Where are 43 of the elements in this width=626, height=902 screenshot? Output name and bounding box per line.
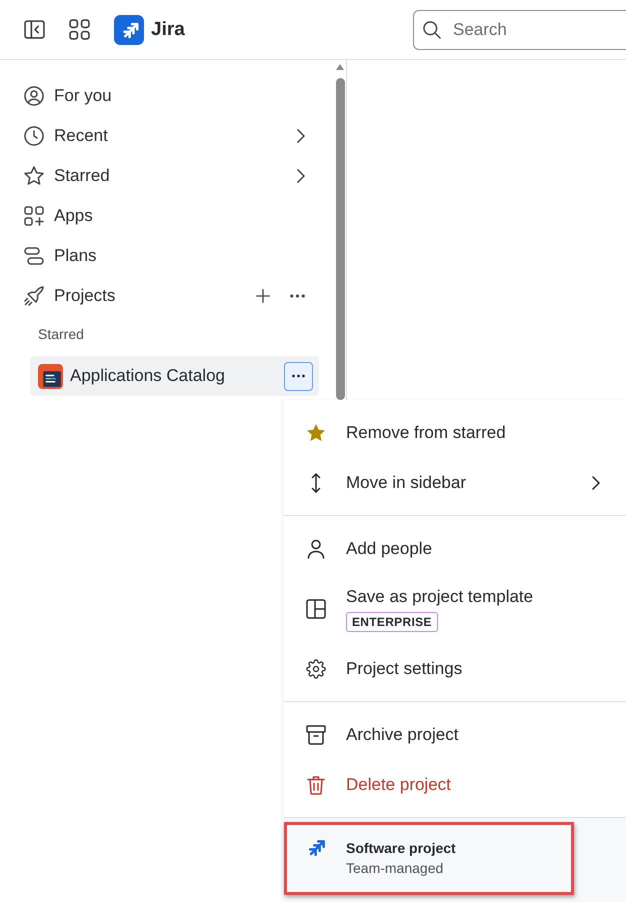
project-type-item[interactable]: Software project Team-managed [284,822,574,895]
menu-item[interactable]: Save as project template ENTERPRISE [284,574,626,644]
menu-item[interactable]: Remove from starred [284,408,626,458]
nav-item[interactable]: For you [24,76,305,116]
menu-item[interactable]: Delete project [284,760,626,810]
nav-item[interactable]: Plans [24,236,305,276]
nav-item[interactable]: Apps [24,196,305,236]
menu-item[interactable]: Move in sidebar [284,458,626,508]
nav-item[interactable]: Recent [24,116,305,156]
plans-icon [24,246,44,266]
more-actions-button[interactable] [284,362,313,390]
search-icon [423,20,441,38]
star-icon [306,423,326,443]
product-name: Jira [151,18,185,40]
star-icon [24,166,44,186]
menu-item[interactable]: Add people [284,524,626,574]
search-field[interactable]: Search [413,10,626,50]
settings-icon [306,659,326,679]
clock-icon [24,126,44,146]
rocket-icon [24,286,44,306]
nav-item[interactable]: Projects [24,276,256,316]
section-heading: Starred [38,326,84,342]
more-icon [292,374,305,378]
plus-icon[interactable] [256,289,270,303]
user-circle-icon [24,86,44,106]
project-type-icon [308,840,325,857]
menu-item[interactable]: Project settings [284,644,626,694]
archive-icon [306,725,326,745]
person-icon [306,539,326,559]
layout-icon [306,599,326,619]
scrollbar-thumb[interactable] [336,78,344,400]
apps-icon [24,206,44,226]
plan-badge: ENTERPRISE [346,612,438,632]
sidebar-toggle-icon[interactable] [24,19,45,40]
menu-item[interactable]: Archive project [284,710,626,760]
project-item[interactable]: Applications Catalog [30,356,319,396]
scroll-up-arrow-icon[interactable] [336,64,344,70]
app-switcher-icon[interactable] [69,19,90,40]
project-avatar-icon [38,364,63,388]
nav-item[interactable]: Starred [24,156,305,196]
more-icon[interactable] [290,294,305,298]
logo-icon[interactable] [114,14,144,44]
trash-icon [306,775,326,795]
